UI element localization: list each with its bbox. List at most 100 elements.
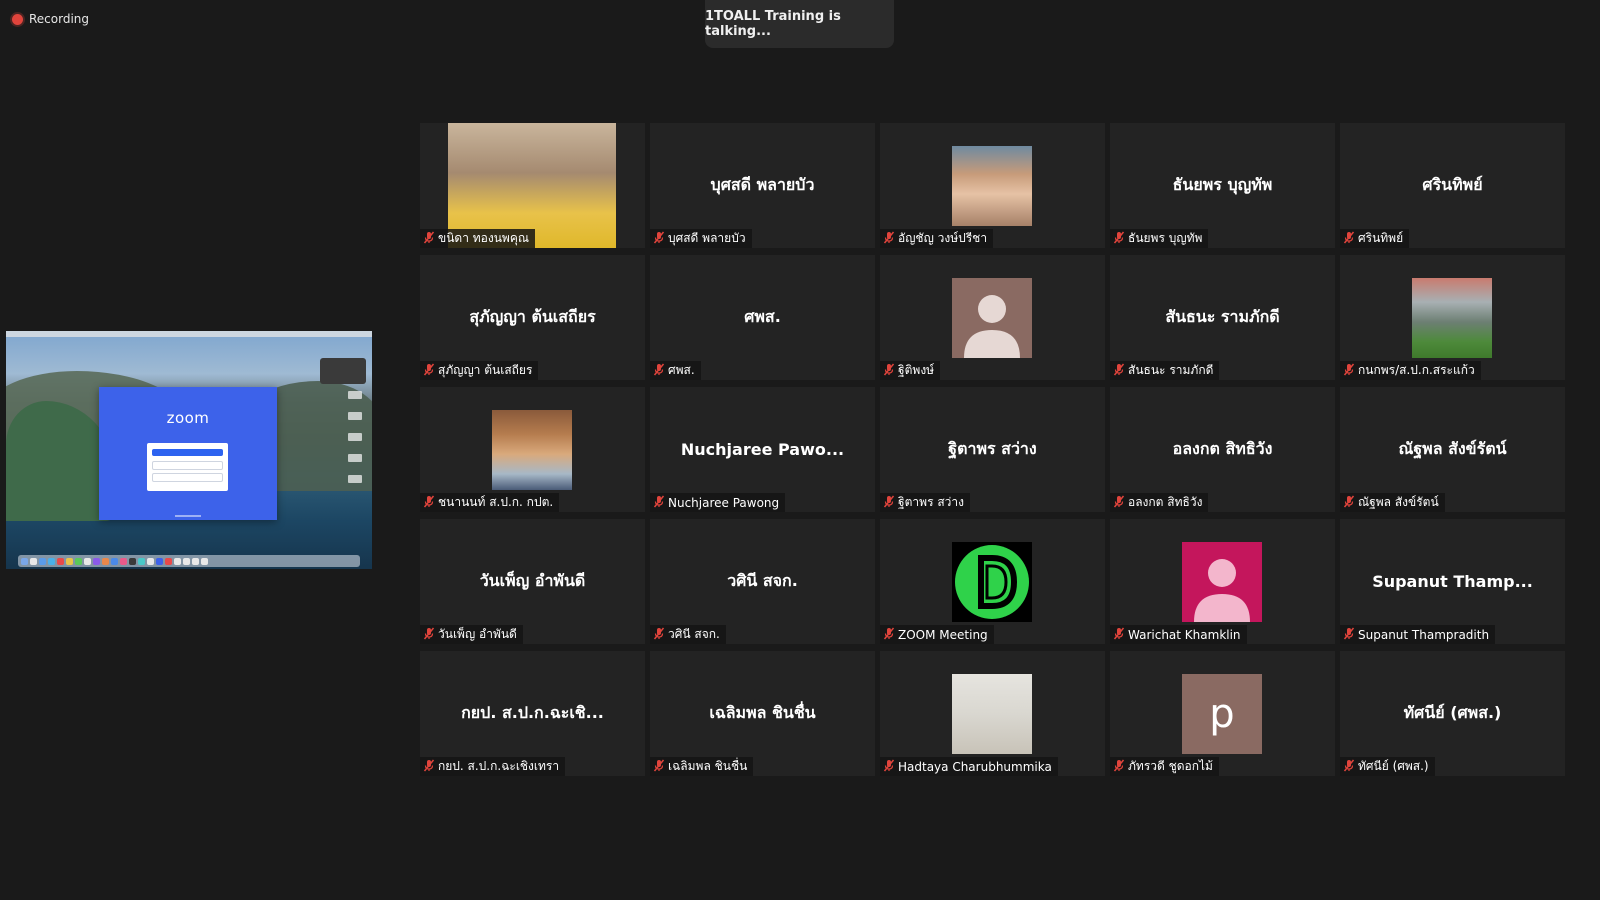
participant-tile[interactable]: ฐิตาพร สว่าง ฐิตาพร สว่าง bbox=[880, 387, 1105, 512]
participant-name-label: อลงกต สิทธิวัง bbox=[1110, 493, 1209, 512]
muted-mic-icon bbox=[423, 495, 435, 511]
participant-name-label: ขนิดา ทองนพคุณ bbox=[420, 229, 536, 248]
participant-name: Nuchjaree Pawong bbox=[668, 495, 780, 510]
participant-name: อลงกต สิทธิวัง bbox=[1128, 495, 1203, 509]
participant-name-label: ศพส. bbox=[650, 361, 701, 380]
participant-tile[interactable]: อัญชัญ วงษ์ปรีชา bbox=[880, 123, 1105, 248]
profile-photo bbox=[952, 146, 1032, 226]
participant-tile[interactable]: ศรินทิพย์ ศรินทิพย์ bbox=[1340, 123, 1565, 248]
participant-name: กนกพร/ส.ป.ก.สระแก้ว bbox=[1358, 363, 1475, 377]
muted-mic-icon bbox=[883, 231, 895, 247]
letter-avatar: p bbox=[1182, 674, 1262, 754]
muted-mic-icon bbox=[423, 759, 435, 775]
participant-name: วันเพ็ญ อำพันดี bbox=[438, 627, 517, 641]
participant-name: Supanut Thampradith bbox=[1358, 627, 1490, 642]
participant-name-label: ฐิตาพร สว่าง bbox=[880, 493, 970, 512]
mac-menu-bar bbox=[6, 331, 372, 337]
participant-name: สุภัญญา ต้นเสถียร bbox=[438, 363, 533, 377]
participant-name-label: สุภัญญา ต้นเสถียร bbox=[420, 361, 539, 380]
participant-tile[interactable]: Nuchjaree Pawo... Nuchjaree Pawong bbox=[650, 387, 875, 512]
participant-name: Warichat Khamklin bbox=[1128, 627, 1241, 642]
join-meeting-button bbox=[152, 449, 223, 456]
participant-name: ฐิติพงษ์ bbox=[898, 363, 935, 377]
muted-mic-icon bbox=[423, 231, 435, 247]
participant-name: เฉลิมพล ชินชื่น bbox=[668, 759, 748, 773]
desktop-icons bbox=[344, 391, 366, 496]
participant-name-label: Warichat Khamklin bbox=[1110, 625, 1247, 644]
participant-name-label: Supanut Thampradith bbox=[1340, 625, 1496, 644]
participant-tile[interactable]: วันเพ็ญ อำพันดี วันเพ็ญ อำพันดี bbox=[420, 519, 645, 644]
sign-up-button bbox=[152, 461, 223, 470]
floating-video-panel bbox=[320, 358, 366, 384]
recording-dot-icon bbox=[12, 13, 23, 25]
muted-mic-icon bbox=[1113, 627, 1125, 643]
shared-screen-thumbnail[interactable]: zoom bbox=[6, 331, 372, 569]
participant-tile[interactable]: ZOOM Meeting bbox=[880, 519, 1105, 644]
participant-name: ZOOM Meeting bbox=[898, 627, 988, 642]
participant-name: บุศสดี พลายบัว bbox=[668, 231, 746, 245]
participant-tile[interactable]: ธันยพร บุญทัพ ธันยพร บุญทัพ bbox=[1110, 123, 1335, 248]
muted-mic-icon bbox=[1113, 759, 1125, 775]
participant-name-label: สันธนะ รามภักดี bbox=[1110, 361, 1220, 380]
participant-tile[interactable]: สันธนะ รามภักดี สันธนะ รามภักดี bbox=[1110, 255, 1335, 380]
profile-photo bbox=[492, 410, 572, 490]
participant-name: อัญชัญ วงษ์ปรีชา bbox=[898, 231, 988, 245]
participant-tile[interactable]: Warichat Khamklin bbox=[1110, 519, 1335, 644]
muted-mic-icon bbox=[883, 627, 895, 643]
participant-name: ฐิตาพร สว่าง bbox=[898, 495, 964, 509]
recording-label: Recording bbox=[29, 12, 90, 26]
participant-tile[interactable]: Supanut Thamp... Supanut Thampradith bbox=[1340, 519, 1565, 644]
participant-name-label: กนกพร/ส.ป.ก.สระแก้ว bbox=[1340, 361, 1481, 380]
participant-tile[interactable]: p ภัทรวดี ชูดอกไม้ bbox=[1110, 651, 1335, 776]
participant-tile[interactable]: วศินี สจก. วศินี สจก. bbox=[650, 519, 875, 644]
muted-mic-icon bbox=[883, 759, 895, 775]
participant-tile[interactable]: กนกพร/ส.ป.ก.สระแก้ว bbox=[1340, 255, 1565, 380]
participant-name: สันธนะ รามภักดี bbox=[1128, 363, 1214, 377]
participant-name-label: ณัฐพล สังข์รัตน์ bbox=[1340, 493, 1445, 512]
participant-name: ณัฐพล สังข์รัตน์ bbox=[1358, 495, 1439, 509]
participant-name-label: เฉลิมพล ชินชื่น bbox=[650, 757, 754, 776]
participant-tile[interactable]: อลงกต สิทธิวัง อลงกต สิทธิวัง bbox=[1110, 387, 1335, 512]
zoom-logo: zoom bbox=[166, 409, 210, 427]
default-person-icon bbox=[952, 278, 1032, 358]
participant-name-label: กยป. ส.ป.ก.ฉะเชิงเทรา bbox=[420, 757, 566, 776]
active-speaker-banner: 1TOALL Training is talking... bbox=[705, 0, 894, 48]
participant-name-label: ฐิติพงษ์ bbox=[880, 361, 941, 380]
recording-indicator[interactable]: Recording bbox=[12, 12, 89, 26]
muted-mic-icon bbox=[1343, 495, 1355, 511]
participant-tile[interactable]: เฉลิมพล ชินชื่น เฉลิมพล ชินชื่น bbox=[650, 651, 875, 776]
participant-name-label: Nuchjaree Pawong bbox=[650, 493, 786, 512]
participant-name-label: ทัศนีย์ (ศพส.) bbox=[1340, 757, 1435, 776]
muted-mic-icon bbox=[883, 363, 895, 379]
sign-in-button bbox=[152, 473, 223, 482]
participant-tile[interactable]: ศพส. ศพส. bbox=[650, 255, 875, 380]
participant-tile[interactable]: ชนานนท์ ส.ป.ก. กปต. bbox=[420, 387, 645, 512]
participant-tile[interactable]: ขนิดา ทองนพคุณ bbox=[420, 123, 645, 248]
green-d-logo-icon bbox=[952, 542, 1032, 622]
profile-photo bbox=[1412, 278, 1492, 358]
participant-name: ศพส. bbox=[668, 363, 695, 377]
participant-tile[interactable]: ฐิติพงษ์ bbox=[880, 255, 1105, 380]
muted-mic-icon bbox=[1343, 363, 1355, 379]
mac-dock bbox=[18, 555, 360, 567]
participant-tile[interactable]: สุภัญญา ต้นเสถียร สุภัญญา ต้นเสถียร bbox=[420, 255, 645, 380]
participant-name: ธันยพร บุญทัพ bbox=[1128, 231, 1203, 245]
participant-name: Hadtaya Charubhummika bbox=[898, 759, 1052, 774]
participant-name-label: Hadtaya Charubhummika bbox=[880, 757, 1058, 776]
participant-name: ทัศนีย์ (ศพส.) bbox=[1358, 759, 1429, 773]
participant-tile[interactable]: กยป. ส.ป.ก.ฉะเชิ... กยป. ส.ป.ก.ฉะเชิงเทรา bbox=[420, 651, 645, 776]
muted-mic-icon bbox=[1113, 231, 1125, 247]
muted-mic-icon bbox=[653, 231, 665, 247]
participant-tile[interactable]: Hadtaya Charubhummika bbox=[880, 651, 1105, 776]
participant-tile[interactable]: ทัศนีย์ (ศพส.) ทัศนีย์ (ศพส.) bbox=[1340, 651, 1565, 776]
muted-mic-icon bbox=[653, 363, 665, 379]
participant-tile[interactable]: ณัฐพล สังข์รัตน์ ณัฐพล สังข์รัตน์ bbox=[1340, 387, 1565, 512]
profile-photo bbox=[952, 674, 1032, 754]
participant-tile[interactable]: บุศสดี พลายบัว บุศสดี พลายบัว bbox=[650, 123, 875, 248]
zoom-login-card bbox=[147, 443, 228, 491]
muted-mic-icon bbox=[1343, 759, 1355, 775]
muted-mic-icon bbox=[1113, 495, 1125, 511]
muted-mic-icon bbox=[653, 495, 665, 511]
participant-name: วศินี สจก. bbox=[668, 627, 720, 641]
gallery-view-grid: ขนิดา ทองนพคุณ บุศสดี พลายบัว บุศสดี พลายบ… bbox=[420, 123, 1565, 776]
